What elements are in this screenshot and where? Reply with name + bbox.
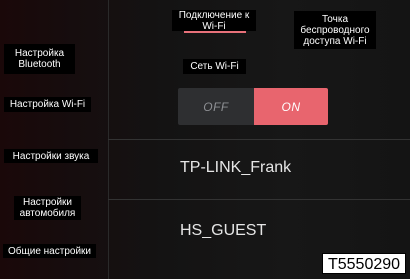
settings-screen: Настройка Bluetooth Настройка Wi-Fi Наст…: [0, 0, 410, 279]
wifi-network-label: Сеть Wi-Fi: [183, 59, 246, 74]
tab-wifi-hotspot[interactable]: Точка беспроводного доступа Wi-Fi: [294, 11, 376, 49]
active-tab-indicator: [184, 31, 246, 33]
toggle-on-option[interactable]: ON: [254, 88, 328, 125]
separator: [108, 199, 410, 200]
wifi-toggle[interactable]: OFF ON: [178, 88, 328, 125]
sidebar-item-general[interactable]: Общие настройки: [3, 244, 96, 258]
network-item[interactable]: TP-LINK_Frank: [180, 159, 291, 177]
sidebar-item-vehicle[interactable]: Настройки автомобиля: [14, 196, 81, 220]
image-code-label: T5550290: [322, 253, 406, 274]
sidebar-item-bluetooth[interactable]: Настройка Bluetooth: [4, 44, 75, 74]
sidebar-item-wifi[interactable]: Настройка Wi-Fi: [4, 97, 91, 112]
sidebar-item-sound[interactable]: Настройки звука: [4, 149, 98, 163]
toggle-off-option[interactable]: OFF: [178, 88, 254, 125]
network-item[interactable]: HS_GUEST: [180, 222, 266, 240]
separator: [108, 139, 410, 140]
tab-wifi-connection[interactable]: Подключение к Wi-Fi: [172, 10, 256, 32]
